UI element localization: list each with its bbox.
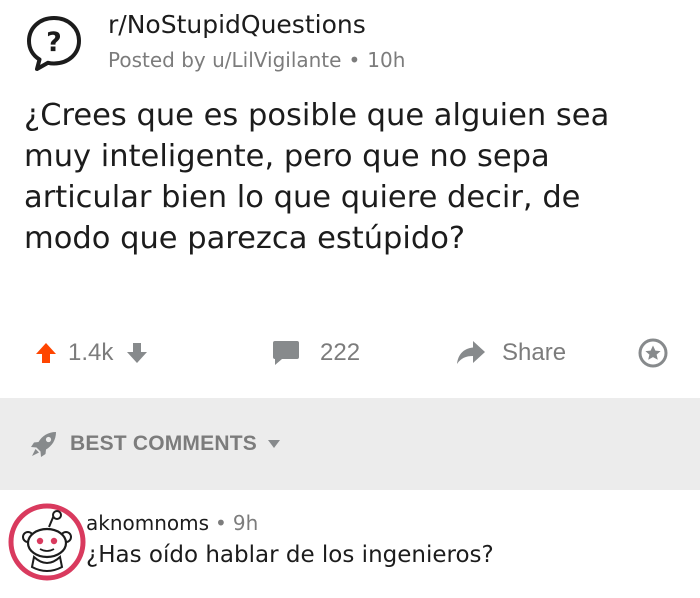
post-action-bar: 1.4k 222 Share	[0, 322, 700, 384]
post-header: ? r/NoStupidQuestions Posted by u/LilVig…	[0, 0, 700, 90]
comment-username[interactable]: aknomnoms	[86, 511, 209, 535]
comment-age: 9h	[232, 511, 259, 535]
snoo-avatar-icon[interactable]	[8, 503, 86, 581]
post-age: 10h	[367, 48, 406, 72]
vote-control: 1.4k	[34, 322, 149, 384]
comment-count: 222	[320, 339, 361, 366]
award-button[interactable]	[638, 322, 668, 384]
vote-score: 1.4k	[68, 339, 114, 366]
share-label: Share	[502, 339, 567, 366]
sort-label: BEST COMMENTS	[70, 432, 257, 455]
downvote-arrow-icon[interactable]	[125, 341, 149, 365]
svg-text:?: ?	[46, 27, 62, 58]
question-bubble-icon[interactable]: ?	[24, 13, 84, 73]
comment: aknomnoms • 9h ¿Has oído hablar de los ing…	[0, 498, 700, 598]
subreddit-name[interactable]: r/NoStupidQuestions	[108, 10, 366, 39]
share-arrow-icon	[457, 341, 485, 364]
comment-body: ¿Has oído hablar de los ingenieros?	[86, 542, 494, 568]
comment-header: aknomnoms • 9h	[86, 511, 258, 535]
sort-dropdown[interactable]: BEST COMMENTS	[30, 428, 281, 460]
post-title: ¿Crees que es posible que alguien sea mu…	[24, 98, 610, 256]
comment-bubble-icon	[273, 341, 299, 365]
comment-separator: •	[215, 511, 227, 535]
comments-button[interactable]: 222	[272, 322, 360, 384]
upvote-arrow-icon[interactable]	[34, 341, 58, 365]
comments-sort-band: BEST COMMENTS	[0, 398, 700, 490]
rocket-icon	[31, 432, 56, 457]
post-author[interactable]: u/LilVigilante	[212, 48, 341, 72]
caret-down-icon	[267, 440, 280, 448]
post-meta: Posted by u/LilVigilante • 10h	[108, 48, 405, 72]
meta-separator: •	[348, 48, 361, 72]
posted-by-label: Posted by	[108, 48, 213, 72]
share-button[interactable]: Share	[456, 322, 566, 384]
award-star-icon	[638, 338, 668, 368]
